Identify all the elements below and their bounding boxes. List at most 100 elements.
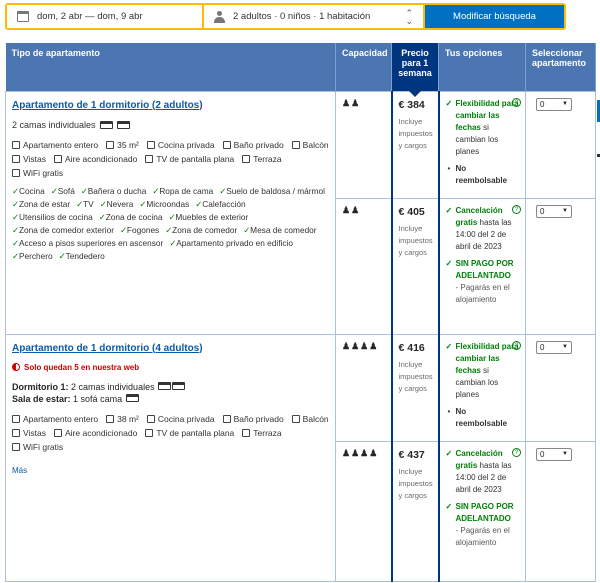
option-sub: - Pagarás en el alojamiento <box>455 282 510 304</box>
amenity-item: Mesa de comedor <box>243 225 316 235</box>
facility-icon <box>222 414 231 423</box>
amenity-item: Zona de comedor exterior <box>12 225 114 235</box>
option-sub: - Pagarás en el alojamiento <box>455 525 510 547</box>
facility-icon <box>54 154 62 163</box>
facility-item: WiFi gratis <box>12 168 63 178</box>
living-label: Sala de estar: <box>12 393 71 404</box>
facility-item: Vistas <box>12 154 46 164</box>
price-cell: € 416 Incluye impuestos y cargos <box>390 333 440 442</box>
facility-item: Balcón <box>291 414 329 424</box>
header-options: Tus opciones <box>438 43 526 91</box>
facility-item: Apartamento entero <box>12 140 98 150</box>
facility-icon <box>12 140 20 149</box>
rooms-table: Tipo de apartamento Capacidad Precio par… <box>5 43 596 582</box>
guests-selector[interactable]: 2 adultos · 0 niños · 1 habitación ⌃ ⌄ <box>204 5 423 28</box>
bullet-icon: • <box>447 406 451 416</box>
room-quantity-select[interactable]: 0 ▼ <box>536 340 572 354</box>
price-value: € 416 <box>398 341 425 354</box>
room-link-1[interactable]: Apartamento de 1 dormitorio (2 adultos) <box>12 100 203 111</box>
modify-search-button[interactable]: Modificar búsqueda <box>425 5 564 28</box>
amenities-list: Cocina Sofá Bañera o ducha Ropa de cama Suel… <box>12 186 329 261</box>
table-row: Apartamento de 1 dormitorio (2 adultos) … <box>5 90 596 335</box>
facility-item: WiFi gratis <box>12 442 63 452</box>
date-picker[interactable]: dom, 2 abr — dom, 9 abr <box>7 5 202 28</box>
more-link[interactable]: Más <box>12 466 329 475</box>
guests-label: 2 adultos · 0 niños · 1 habitación <box>233 11 371 22</box>
price-cell: € 405 Incluye impuestos y cargos <box>390 197 440 335</box>
facility-item: Terraza <box>242 428 282 438</box>
room-type-cell: Apartamento de 1 dormitorio (2 adultos) … <box>5 90 336 335</box>
option-line: ✓ SIN PAGO POR ADELANTADO - Pagarás en el … <box>446 258 520 306</box>
facility-icon <box>291 414 300 423</box>
price-value: € 405 <box>398 205 425 218</box>
amenity-item: Muebles de exterior <box>168 212 248 222</box>
price-cell: € 437 Incluye impuestos y cargos <box>390 440 440 582</box>
amenity-item: Sofá <box>51 186 75 196</box>
facility-label: TV de pantalla plana <box>156 153 235 164</box>
option-line: ✓ Cancelación gratis hasta las 14:00 del … <box>445 447 521 496</box>
facility-label: Balcón <box>302 139 329 150</box>
capacity-icons: ♟♟♟♟ <box>342 340 379 351</box>
facility-icon <box>106 140 115 149</box>
header-type: Tipo de apartamento <box>5 43 336 91</box>
room-quantity-select[interactable]: 0 ▼ <box>536 204 572 218</box>
person-icon <box>214 10 225 23</box>
select-cell: 0 ▼ <box>525 440 596 582</box>
info-icon[interactable]: ? <box>512 340 521 350</box>
beds-label: 2 camas individuales <box>12 119 96 130</box>
amenity-item: Utensilios de cocina <box>12 212 93 222</box>
amenity-item: Nevera <box>100 199 134 209</box>
amenity-item: Bañera o ducha <box>81 186 147 196</box>
facility-label: Baño privado <box>233 413 284 424</box>
facility-icon <box>291 140 300 149</box>
facility-item: Vistas <box>12 428 46 438</box>
price-note: Incluye impuestos y cargos <box>398 359 433 393</box>
amenity-item: Microondas <box>139 199 189 209</box>
price-note: Incluye impuestos y cargos <box>398 116 433 150</box>
capacity-cell: ♟♟♟♟ <box>335 333 392 442</box>
bullet-icon: • <box>447 163 451 173</box>
facility-label: Cocina privada <box>157 139 215 150</box>
facility-item: TV de pantalla plana <box>145 154 234 164</box>
info-icon[interactable]: ? <box>512 447 521 457</box>
info-icon[interactable]: ? <box>512 204 521 214</box>
amenity-item: Acceso a pisos superiores en ascensor <box>12 238 163 248</box>
price-cell: € 384 Incluye impuestos y cargos <box>390 90 440 199</box>
facility-icon <box>222 140 231 149</box>
options-cell: ✓ Flexibilidad para cambiar las fechas si… <box>438 90 526 199</box>
options-cell: ✓ Flexibilidad para cambiar las fechas si… <box>438 333 526 442</box>
amenity-item: Zona de comedor <box>165 225 237 235</box>
facility-item: Terraza <box>242 153 282 164</box>
facility-label: WiFi gratis <box>23 167 64 178</box>
chevron-updown-icon: ⌃ ⌄ <box>405 7 413 26</box>
amenity-item: Ropa de cama <box>152 186 213 196</box>
facility-icon <box>106 414 115 423</box>
capacity-icons: ♟♟♟♟ <box>342 447 379 458</box>
option-line: ✓ Flexibilidad para cambiar las fechas si… <box>445 97 521 158</box>
facility-icon <box>146 414 155 423</box>
facility-icon <box>12 414 20 423</box>
option-strong: No reembolsable <box>455 163 508 185</box>
facility-label: Cocina privada <box>157 413 215 424</box>
amenity-item: Fogones <box>120 225 159 235</box>
check-icon: ✓ <box>445 98 453 108</box>
facility-icon <box>12 442 20 451</box>
facility-label: Apartamento entero <box>23 139 99 150</box>
options-cell: ✓ Cancelación gratis hasta las 14:00 del … <box>438 197 526 335</box>
room-quantity-select[interactable]: 0 ▼ <box>536 97 572 111</box>
chevron-down-icon: ▼ <box>562 208 568 214</box>
facility-label: Aire acondicionado <box>65 427 138 438</box>
options-cell: ✓ Cancelación gratis hasta las 14:00 del … <box>438 440 526 582</box>
search-bar: dom, 2 abr — dom, 9 abr 2 adultos · 0 ni… <box>5 3 566 30</box>
info-icon[interactable]: ? <box>512 97 521 107</box>
check-icon: ✓ <box>445 448 453 458</box>
select-cell: 0 ▼ <box>525 90 596 199</box>
bed-icon <box>116 120 130 129</box>
facility-icon <box>145 428 154 437</box>
amenity-item: TV <box>76 199 94 209</box>
dates-label: dom, 2 abr — dom, 9 abr <box>37 11 143 22</box>
capacity-cell: ♟♟ <box>335 90 392 199</box>
room-link-2[interactable]: Apartamento de 1 dormitorio (4 adultos) <box>12 343 203 354</box>
facility-label: Terraza <box>253 153 282 164</box>
room-quantity-select[interactable]: 0 ▼ <box>536 447 572 461</box>
